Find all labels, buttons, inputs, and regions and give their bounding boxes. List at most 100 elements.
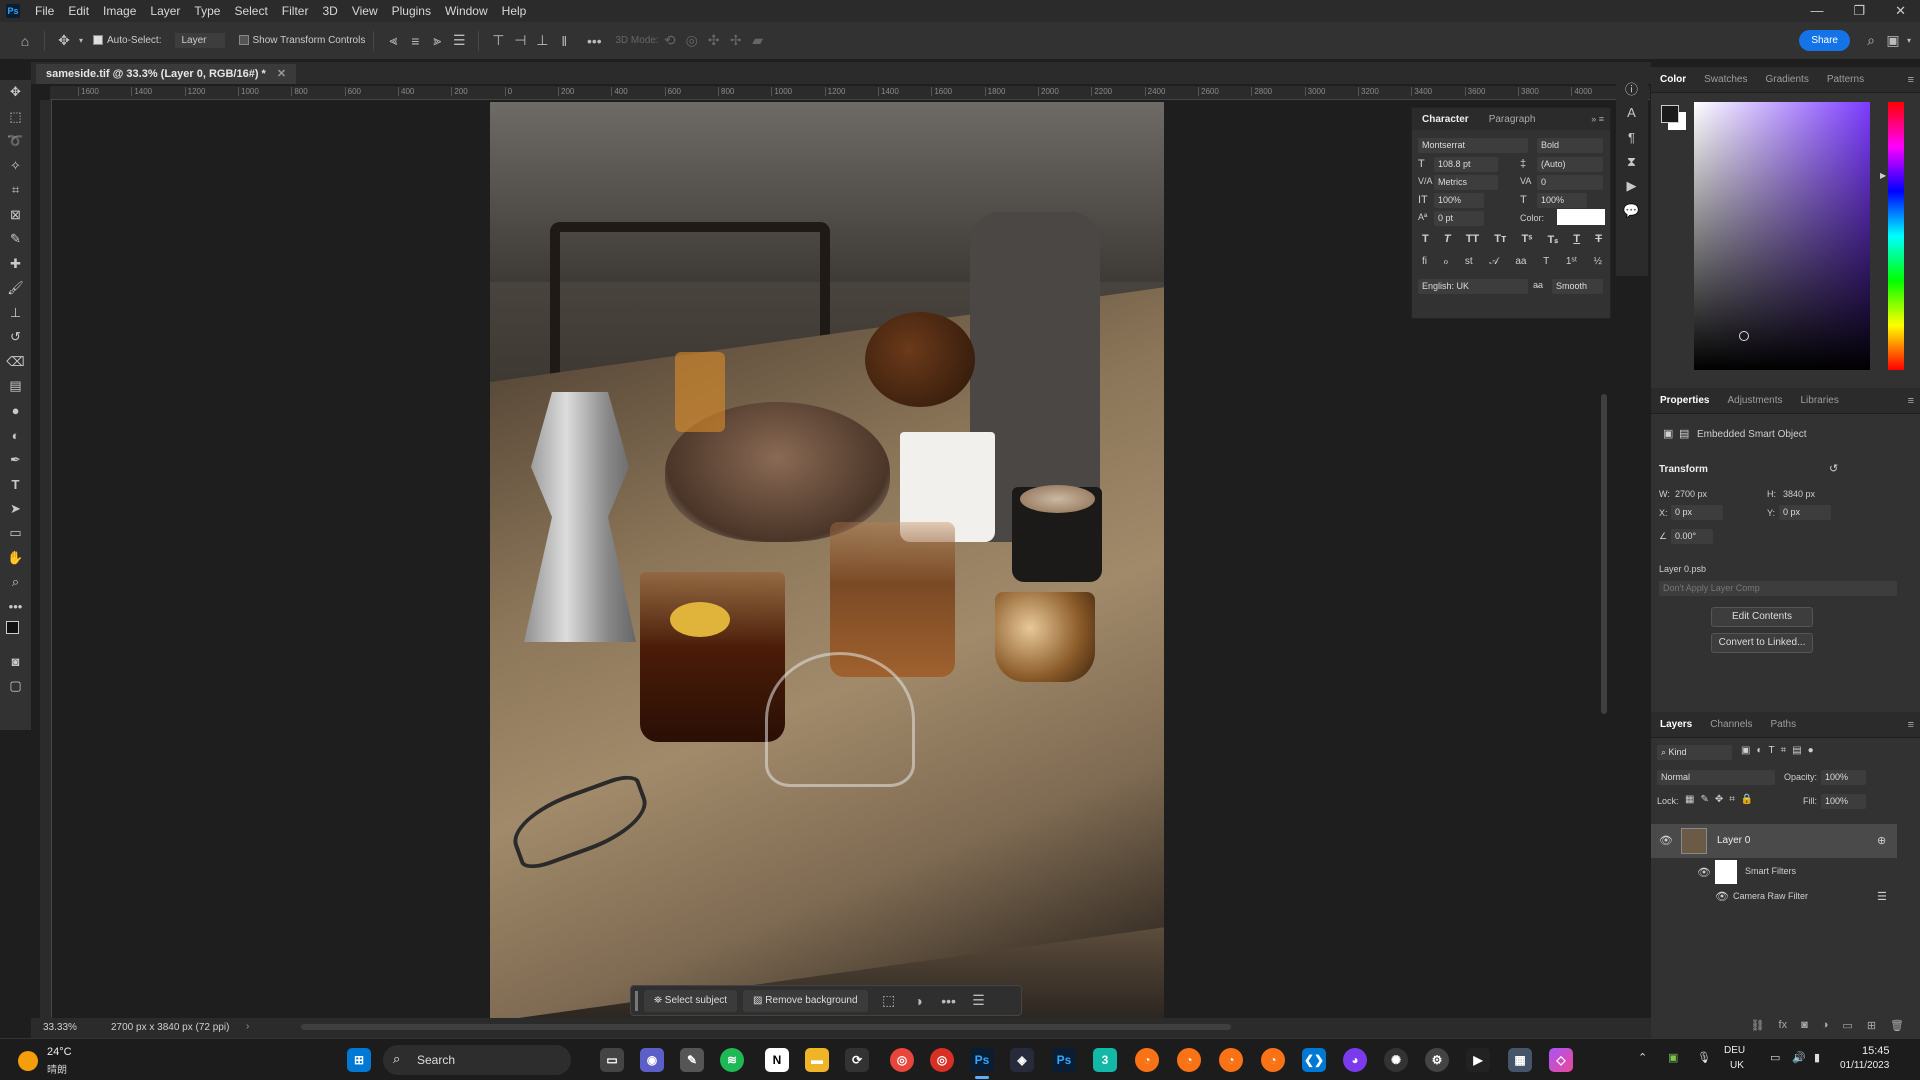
openai-icon[interactable]: ✺: [1384, 1048, 1408, 1072]
tab-color[interactable]: Color: [1651, 74, 1695, 85]
eraser-tool-icon[interactable]: ⌫: [0, 350, 31, 375]
faux-bold-icon[interactable]: T: [1422, 233, 1429, 246]
align-left-icon[interactable]: ⫷: [382, 32, 404, 49]
notepad-icon[interactable]: ✎: [680, 1048, 704, 1072]
layer-name[interactable]: Camera Raw Filter: [1733, 891, 1808, 901]
select-subject-button[interactable]: ⛯ Select subject: [644, 989, 738, 1012]
layer-comp-dropdown[interactable]: Don't Apply Layer Comp: [1659, 581, 1897, 596]
menu-3d[interactable]: 3D: [315, 0, 344, 22]
terminal-icon[interactable]: ▶: [1466, 1048, 1490, 1072]
minimize-button[interactable]: —: [1810, 3, 1823, 19]
x-field[interactable]: 0 px: [1671, 505, 1723, 520]
color-picker-cursor[interactable]: [1739, 331, 1749, 341]
more-options-icon[interactable]: •••: [938, 993, 960, 1009]
underline-icon[interactable]: T: [1573, 233, 1580, 246]
layer-filter-icons[interactable]: ▣◐T⌗▤●: [1741, 745, 1820, 756]
settings-icon[interactable]: ☰: [968, 992, 990, 1009]
actions-icon[interactable]: ▶: [1616, 174, 1647, 199]
align-middle-icon[interactable]: ⊣: [509, 32, 531, 49]
photoshop-alt-icon[interactable]: Ps: [1052, 1048, 1076, 1072]
dodge-tool-icon[interactable]: ◐: [0, 423, 31, 448]
move-tool-icon[interactable]: ✥: [53, 32, 75, 49]
new-layer-icon[interactable]: ⊞: [1867, 1019, 1876, 1032]
chevron-down-icon[interactable]: ▾: [1904, 36, 1914, 45]
windows-start-icon[interactable]: ⊞: [347, 1048, 371, 1072]
paragraph-icon[interactable]: ¶: [1616, 125, 1647, 150]
tab-gradients[interactable]: Gradients: [1756, 74, 1817, 85]
more-tools-icon[interactable]: •••: [0, 595, 31, 620]
layer-name[interactable]: Layer 0: [1717, 835, 1750, 846]
menu-filter[interactable]: Filter: [275, 0, 316, 22]
close-button[interactable]: ✕: [1895, 3, 1906, 19]
magic-wand-tool-icon[interactable]: ✧: [0, 154, 31, 179]
move-tool-icon[interactable]: ✥: [0, 80, 31, 105]
chrome-canary-icon[interactable]: ◎: [930, 1048, 954, 1072]
document-image[interactable]: [490, 102, 1164, 1018]
add-style-icon[interactable]: fx: [1779, 1019, 1788, 1031]
layer-name[interactable]: Smart Filters: [1745, 866, 1796, 876]
alternates-icon[interactable]: ℴ: [1444, 256, 1449, 267]
hand-tool-icon[interactable]: ✋: [0, 546, 31, 571]
menu-layer[interactable]: Layer: [143, 0, 187, 22]
language-dropdown[interactable]: English: UK: [1418, 279, 1528, 294]
show-transform-checkbox[interactable]: Show Transform Controls: [238, 35, 365, 46]
align-top-icon[interactable]: ⊤: [487, 32, 509, 49]
quick-mask-icon[interactable]: ◙: [0, 649, 31, 674]
healing-brush-icon[interactable]: ✚: [0, 252, 31, 277]
zoom-tool-icon[interactable]: ⌕: [0, 570, 31, 595]
tab-character[interactable]: Character: [1412, 114, 1479, 125]
fill-field[interactable]: 100%: [1821, 794, 1866, 809]
vscode-icon[interactable]: ❮❯: [1302, 1048, 1326, 1072]
adjustment-icon[interactable]: ◑: [908, 993, 930, 1009]
transform-selection-icon[interactable]: ⬚: [878, 992, 900, 1009]
notion-icon[interactable]: N: [765, 1048, 789, 1072]
more-options-icon[interactable]: •••: [583, 33, 605, 49]
hue-slider-handle[interactable]: ▶: [1880, 171, 1886, 180]
delete-layer-icon[interactable]: 🗑: [1890, 1019, 1904, 1032]
tab-swatches[interactable]: Swatches: [1695, 74, 1756, 85]
titling-icon[interactable]: aa: [1515, 256, 1526, 267]
blend-mode-dropdown[interactable]: Normal: [1657, 770, 1775, 785]
app-gradient-icon[interactable]: ◇: [1549, 1048, 1573, 1072]
horizontal-scale-field[interactable]: 100%: [1537, 193, 1587, 208]
panel-menu-icon[interactable]: ≡: [1908, 719, 1914, 731]
tab-adjustments[interactable]: Adjustments: [1718, 395, 1791, 406]
drag-handle[interactable]: [635, 990, 638, 1011]
swash-icon[interactable]: 𝒜: [1489, 256, 1498, 267]
ligatures-icon[interactable]: ﬁ: [1422, 256, 1427, 267]
layer-row[interactable]: 👁 Smart Filters: [1651, 858, 1897, 886]
marquee-tool-icon[interactable]: ⬚: [0, 105, 31, 130]
reset-transform-icon[interactable]: ↺: [1829, 462, 1838, 475]
color-field[interactable]: [1694, 102, 1870, 370]
strikethrough-icon[interactable]: T: [1595, 233, 1602, 246]
nvidia-icon[interactable]: ▣: [1668, 1051, 1678, 1064]
visibility-eye-icon[interactable]: 👁: [1715, 890, 1729, 903]
add-mask-icon[interactable]: ◙: [1801, 1019, 1808, 1031]
menu-select[interactable]: Select: [227, 0, 274, 22]
kerning-field[interactable]: Metrics: [1434, 175, 1498, 190]
opacity-field[interactable]: 100%: [1821, 770, 1866, 785]
taskbar-search-box[interactable]: ⌕ Search: [383, 1045, 571, 1075]
workspace-icon[interactable]: ▣: [1882, 32, 1904, 49]
pen-tool-icon[interactable]: ✒: [0, 448, 31, 473]
small-caps-icon[interactable]: Tт: [1494, 233, 1506, 246]
tab-properties[interactable]: Properties: [1651, 395, 1718, 406]
panel-menu-icon[interactable]: » ≡: [1591, 114, 1604, 124]
tab-libraries[interactable]: Libraries: [1792, 395, 1848, 406]
chevron-down-icon[interactable]: ▾: [75, 36, 87, 45]
all-caps-icon[interactable]: TT: [1466, 233, 1479, 246]
sync-icon[interactable]: ⟳: [845, 1048, 869, 1072]
blur-tool-icon[interactable]: ●: [0, 399, 31, 424]
distribute-icon[interactable]: ☰: [448, 32, 470, 49]
zoom-level[interactable]: 33.33%: [43, 1022, 77, 1033]
blender-icon[interactable]: ◔: [1177, 1048, 1201, 1072]
frame-tool-icon[interactable]: ⊠: [0, 203, 31, 228]
weather-temperature[interactable]: 24°C: [47, 1046, 72, 1058]
layer-kind-filter[interactable]: ⌕ Kind: [1657, 745, 1732, 760]
convert-to-linked-button[interactable]: Convert to Linked...: [1711, 633, 1813, 653]
settings-gear-icon[interactable]: ⚙: [1425, 1048, 1449, 1072]
document-info[interactable]: 2700 px x 3840 px (72 ppi): [111, 1022, 229, 1033]
task-view-icon[interactable]: ▭: [600, 1048, 624, 1072]
align-right-icon[interactable]: ⫸: [426, 32, 448, 49]
photoshop-taskbar-icon[interactable]: Ps: [970, 1048, 994, 1072]
